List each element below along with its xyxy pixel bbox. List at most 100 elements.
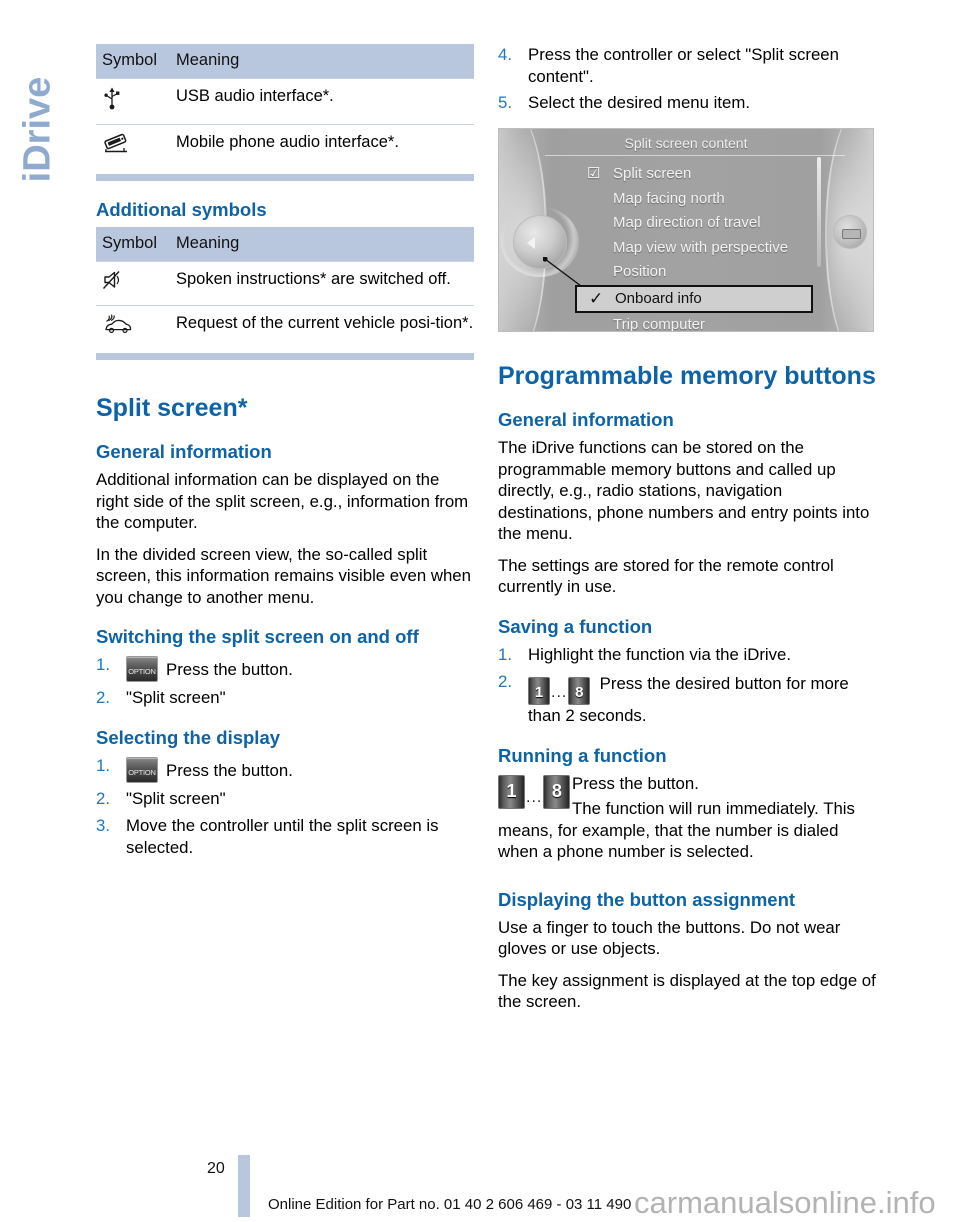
running-a-function-heading: Running a function [498, 744, 667, 766]
memory-button-1-icon: 1 [498, 774, 525, 809]
symbol-cell [96, 124, 170, 170]
option-button-label: OPTION [128, 768, 156, 777]
idrive-menu-item-label: Split screen [613, 165, 692, 182]
step-number: 1. [96, 756, 110, 775]
idrive-menu-item-label: Map view with perspective [613, 238, 789, 256]
table-bottom-rule [96, 353, 474, 360]
chapter-side-tab: iDrive [0, 0, 96, 1222]
list-item: 1. Highlight the function via the iDrive… [498, 644, 876, 666]
idrive-menu-item-map-direction-of-travel[interactable]: Map direction of travel [587, 211, 833, 236]
meaning-cell: Request of the current vehicle posi-tion… [170, 305, 474, 349]
paragraph: The iDrive functions can be stored on th… [498, 438, 870, 543]
ellipsis: ... [551, 683, 568, 701]
step-text: "Split screen" [126, 789, 226, 808]
controller-left-arrow-icon [527, 237, 535, 249]
meaning-cell: Spoken instructions* are switched off. [170, 261, 474, 306]
footer-text: Online Edition for Part no. 01 40 2 606 … [268, 1196, 632, 1213]
option-button-icon: OPTION [126, 656, 158, 682]
step-number: 3. [96, 816, 110, 835]
paragraph: Use a finger to touch the buttons. Do no… [498, 917, 841, 959]
switching-steps-list: 1. OPTION Press the button. 2. "Split scr… [96, 654, 474, 709]
table-row: Mobile phone audio interface*. [96, 124, 474, 170]
memory-button-8-label: 8 [575, 684, 584, 702]
column-header-meaning: Meaning [170, 44, 474, 79]
option-button-icon: OPTION [126, 757, 158, 783]
mobile-phone-audio-icon [102, 132, 136, 154]
idrive-menu-item-position[interactable]: Position [587, 260, 833, 285]
idrive-menu-item-label: Map facing north [613, 189, 725, 207]
list-item: 4. Press the controller or select "Split… [498, 44, 876, 87]
idrive-menu-list: ☑ Split screen Map facing north Map dire… [575, 162, 833, 332]
ellipsis: ... [526, 788, 543, 806]
additional-symbol-table: Symbol Meaning Spoken instructions* are … [96, 227, 474, 349]
paragraph: The key assignment is displayed at the t… [498, 970, 876, 1012]
symbol-cell [96, 261, 170, 306]
memory-buttons-range-icon: 1... 8 [528, 677, 591, 706]
continued-steps-list: 4. Press the controller or select "Split… [498, 44, 876, 114]
step-text: Highlight the function via the iDrive. [528, 644, 792, 664]
saving-a-function-heading: Saving a function [498, 615, 653, 637]
left-column: Symbol Meaning USB audio interface*. Mob… [96, 44, 474, 864]
table-bottom-rule [96, 174, 474, 181]
idrive-menu-item-label: Onboard info [615, 289, 702, 307]
programmable-memory-buttons-title: Programmable memory buttons [498, 362, 876, 390]
idrive-menu-item-map-facing-north[interactable]: Map facing north [587, 187, 833, 212]
controller-knob [513, 215, 567, 269]
idrive-screen-title: Split screen content [624, 135, 748, 151]
memory-button-8-label: 8 [551, 780, 562, 801]
list-item: 2. "Split screen" [96, 687, 474, 709]
saving-steps-list: 1. Highlight the function via the iDrive… [498, 644, 876, 727]
selecting-display-heading: Selecting the display [96, 727, 281, 748]
watermark: carmanualsonline.info [634, 1185, 936, 1220]
idrive-title-divider [545, 155, 845, 156]
option-button-label: OPTION [128, 667, 156, 676]
table-header-row: Symbol Meaning [96, 44, 474, 79]
symbol-cell [96, 78, 170, 125]
memory-button-8-icon: 8 [568, 677, 591, 706]
footer-accent-bar [238, 1155, 250, 1217]
right-side-knob [833, 215, 867, 249]
manual-page: iDrive Symbol Meaning USB audio interfac… [0, 0, 960, 1222]
programmable-general-heading: General information [498, 409, 674, 430]
list-item: 3. Move the controller until the split s… [96, 815, 474, 858]
switching-split-screen-heading: Switching the split screen on and off [96, 626, 419, 647]
column-header-symbol: Symbol [96, 227, 170, 262]
list-item: 2. 1... 8 Press the desired button for mo… [498, 671, 876, 727]
idrive-menu-item-label: Map direction of travel [613, 214, 761, 232]
list-item: 5. Select the desired menu item. [498, 92, 876, 114]
memory-button-1-label: 1 [506, 780, 517, 801]
memory-button-1-label: 1 [534, 684, 544, 702]
list-item: 1. OPTION Press the button. [96, 654, 474, 682]
additional-symbols-heading: Additional symbols [96, 199, 267, 220]
idrive-menu-item-onboard-info[interactable]: ✓ Onboard info [575, 284, 813, 313]
idrive-screen-illustration: Split screen content ☑ Split screen Map … [498, 128, 874, 332]
table-header-row: Symbol Meaning [96, 227, 474, 262]
meaning-cell: Mobile phone audio interface*. [170, 124, 474, 170]
memory-button-8-icon: 8 [543, 774, 571, 809]
check-icon: ✓ [589, 288, 604, 308]
running-line-3: means, for example, that the number is d… [498, 820, 839, 862]
idrive-menu-item-map-view-with-perspective[interactable]: Map view with perspective [587, 236, 833, 261]
column-header-symbol: Symbol [96, 44, 170, 79]
list-item: 2. "Split screen" [96, 788, 474, 810]
displaying-button-assignment-heading: Displaying the button assignment [498, 888, 796, 910]
step-number: 1. [498, 644, 512, 664]
idrive-menu-item-trip-computer[interactable]: Trip computer [587, 313, 833, 332]
list-item: 1. OPTION Press the button. [96, 755, 474, 783]
usb-icon [102, 86, 136, 110]
table-row: Request of the current vehicle posi-tion… [96, 305, 474, 349]
running-a-function-block: 1... 8 Press the button. The function wil… [498, 773, 876, 863]
idrive-menu-item-label: Trip computer [613, 315, 705, 332]
step-text: Press the controller or select "Split sc… [528, 45, 839, 86]
step-number: 2. [96, 688, 110, 707]
chapter-side-tab-label: iDrive [16, 76, 59, 183]
step-number: 1. [96, 655, 110, 674]
idrive-menu-item-label: Position [613, 263, 667, 281]
meaning-cell: USB audio interface*. [170, 78, 474, 125]
table-row: USB audio interface*. [96, 78, 474, 125]
step-text: Press the button. [166, 660, 293, 679]
table-row: Spoken instructions* are switched off. [96, 261, 474, 306]
speaker-muted-icon [102, 269, 136, 291]
split-screen-general-heading: General information [96, 441, 272, 462]
idrive-menu-item-split-screen[interactable]: ☑ Split screen [587, 162, 833, 187]
